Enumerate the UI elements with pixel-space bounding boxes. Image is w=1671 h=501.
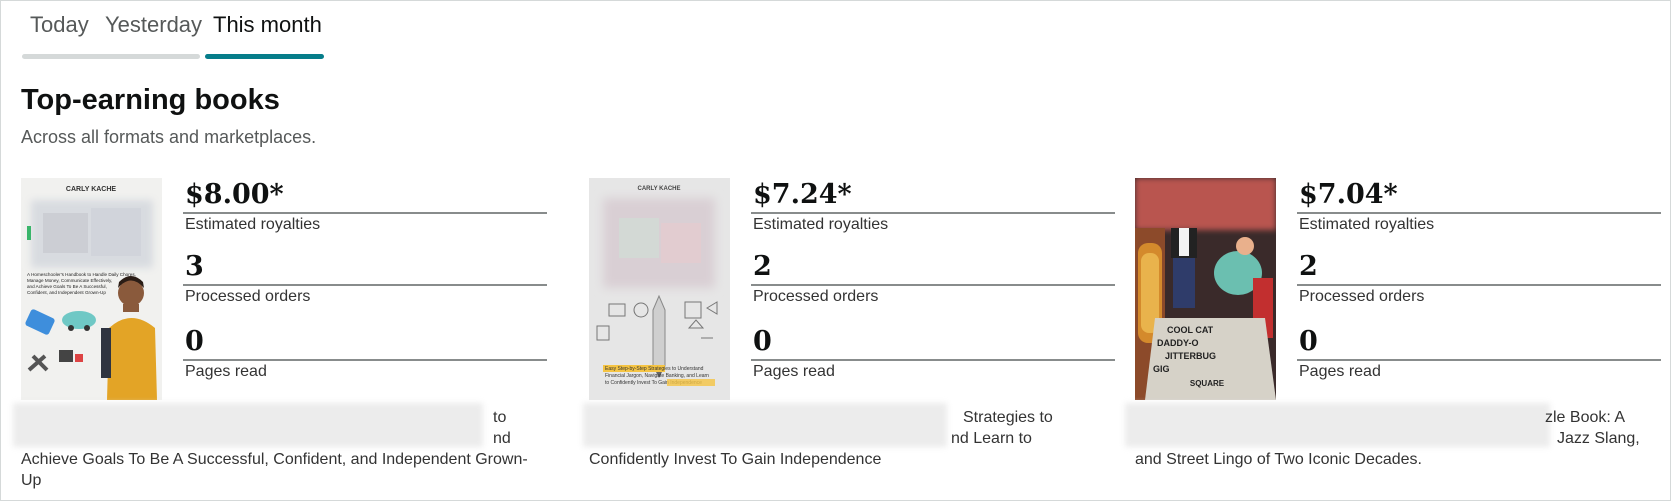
metric-pages-read: 0 Pages read [183,325,547,381]
royalties-label: Estimated royalties [753,216,889,233]
book-cover[interactable]: CARLY KACHE Easy Step-by-Step Strategies… [589,178,730,400]
pages-label: Pages read [1299,363,1381,380]
royalties-label: Estimated royalties [185,216,321,233]
pages-label: Pages read [753,363,835,380]
section-title: Top-earning books [21,84,280,116]
cover-author: CARLY KACHE [637,186,680,192]
orders-value: 3 [183,250,547,286]
book-cover-art: CARLY KACHE Easy Step-by-Step Strategies… [589,178,730,400]
book-title[interactable]: zle Book: A Jazz Slang, and Street Lingo… [1125,403,1665,470]
title-fragment: Jazz Slang, [1557,430,1640,447]
tab-indicator [97,54,200,59]
pages-label: Pages read [185,363,267,380]
book-cover[interactable]: CARLY KACHE A Homeschooler's Handbook to… [21,178,162,400]
metric-orders: 2 Processed orders [1297,250,1661,306]
orders-label: Processed orders [185,288,311,305]
cover-author: CARLY KACHE [66,186,117,193]
tab-this-month[interactable]: This month [205,0,324,60]
book-cover-art: COOL CAT DADDY-O JITTERBUG GIG SQUARE [1135,178,1276,400]
cover-footer: SQUARE [1190,379,1225,388]
title-line: Confidently Invest To Gain Independence [589,451,882,468]
book-card: CARLY KACHE A Homeschooler's Handbook to… [13,178,551,498]
metric-royalties: $7.24* Estimated royalties [751,178,1115,234]
metric-orders: 3 Processed orders [183,250,547,306]
royalties-label: Estimated royalties [1299,216,1435,233]
orders-label: Processed orders [1299,288,1425,305]
svg-text:GIG: GIG [1153,364,1170,374]
royalties-value: $8.00* [183,178,547,214]
royalties-value: $7.04* [1297,178,1661,214]
title-line: Achieve Goals To Be A Successful, Confid… [21,451,528,468]
title-fragment: zle Book: A [1545,409,1626,426]
title-fragment: Strategies to [963,409,1053,426]
title-line: and Street Lingo of Two Iconic Decades. [1135,451,1422,468]
book-cover-art: CARLY KACHE A Homeschooler's Handbook to… [21,178,162,400]
svg-text:DADDY-O: DADDY-O [1157,338,1199,348]
book-title[interactable]: to nd Achieve Goals To Be A Successful, … [13,403,551,491]
metric-royalties: $7.04* Estimated royalties [1297,178,1661,234]
tab-yesterday[interactable]: Yesterday [97,0,203,60]
metric-royalties: $8.00* Estimated royalties [183,178,547,234]
pages-value: 0 [1297,325,1661,361]
pages-value: 0 [751,325,1115,361]
svg-text:COOL CAT: COOL CAT [1167,325,1214,335]
book-title[interactable]: Strategies to nd Learn to Confidently In… [583,403,1119,470]
tab-label: This month [213,12,322,37]
title-fragment: to [493,409,507,426]
metric-orders: 2 Processed orders [751,250,1115,306]
title-line: Up [21,472,42,489]
orders-label: Processed orders [753,288,879,305]
book-card: COOL CAT DADDY-O JITTERBUG GIG SQUARE $7… [1125,178,1665,498]
orders-value: 2 [751,250,1115,286]
metric-pages-read: 0 Pages read [1297,325,1661,381]
orders-value: 2 [1297,250,1661,286]
book-cover[interactable]: COOL CAT DADDY-O JITTERBUG GIG SQUARE [1135,178,1276,400]
tab-label: Today [30,12,89,37]
metric-pages-read: 0 Pages read [751,325,1115,381]
title-fragment: nd [493,430,511,447]
section-subtitle: Across all formats and marketplaces. [21,127,317,147]
royalties-value: $7.24* [751,178,1115,214]
book-card: CARLY KACHE Easy Step-by-Step Strategies… [583,178,1119,498]
tab-label: Yesterday [105,12,203,37]
pages-value: 0 [183,325,547,361]
title-fragment: nd Learn to [951,430,1032,447]
svg-text:JITTERBUG: JITTERBUG [1165,351,1216,361]
tab-indicator-active [205,54,324,59]
